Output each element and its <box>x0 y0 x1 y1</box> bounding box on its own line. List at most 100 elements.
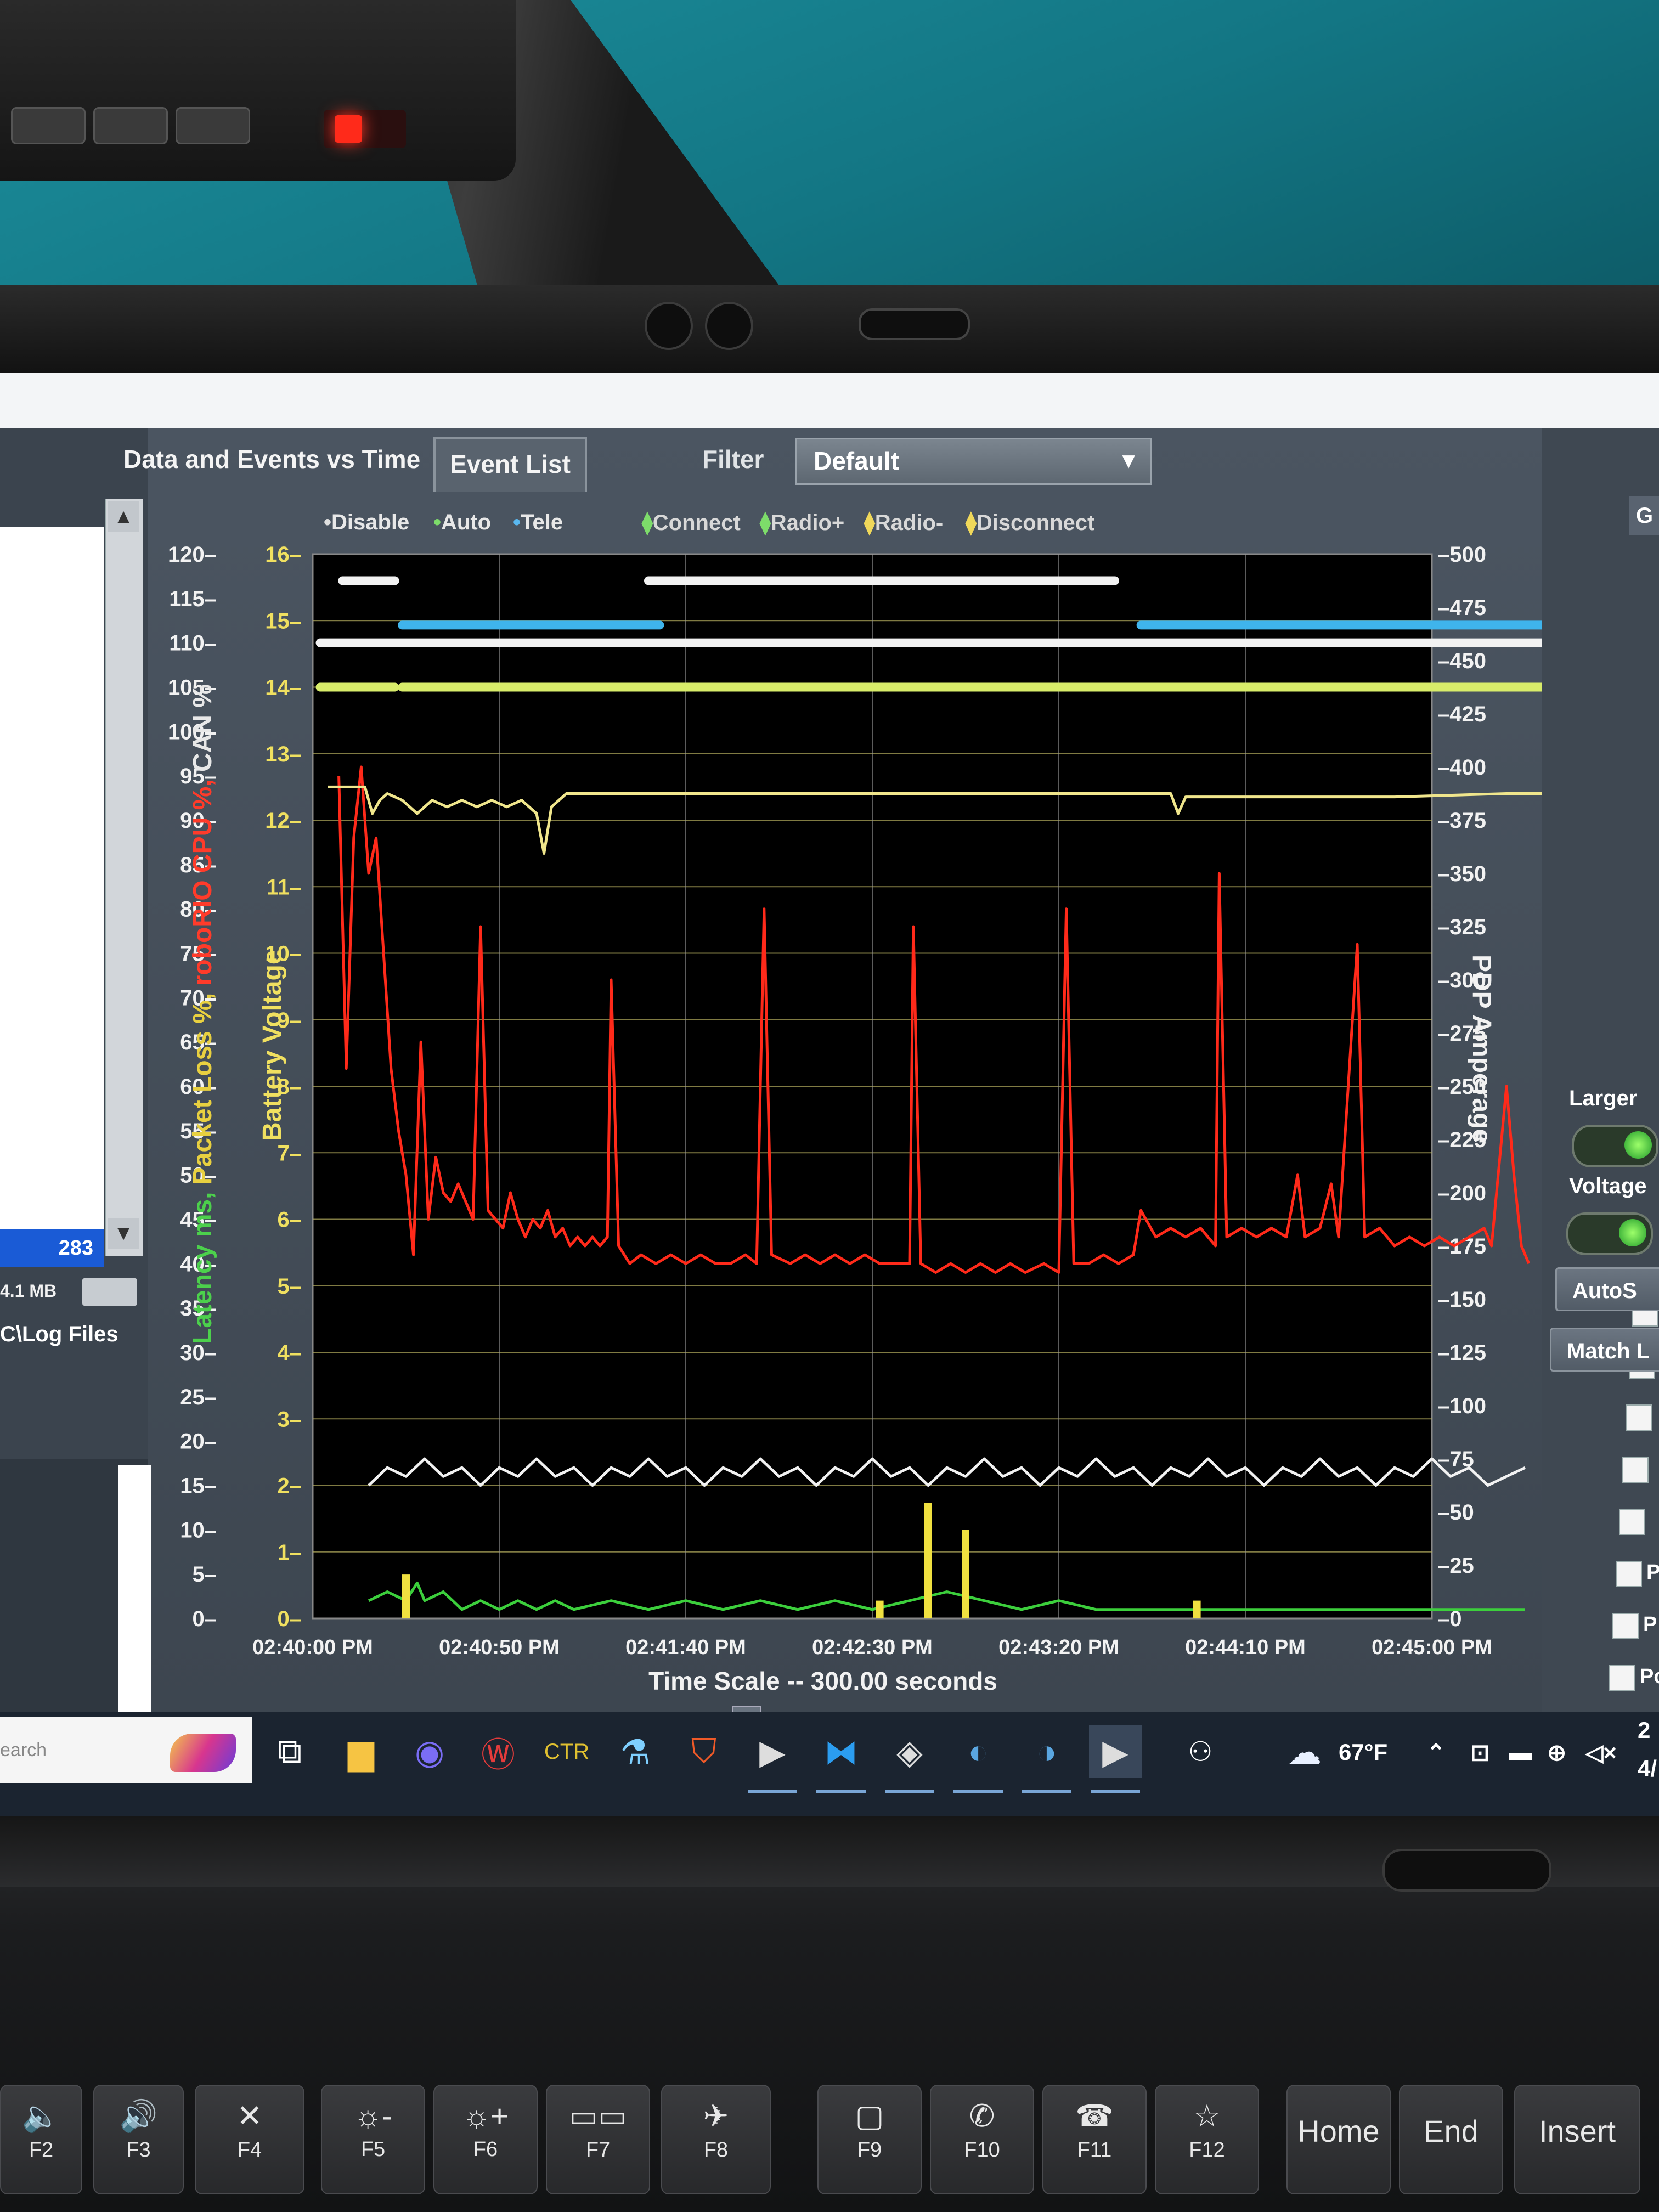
amperage-tick-label: –375 <box>1437 809 1486 833</box>
plot-checkbox[interactable] <box>1616 1561 1642 1587</box>
volume-mute-icon[interactable]: ◁× <box>1585 1739 1617 1766</box>
plot-checkbox[interactable] <box>1612 1613 1639 1639</box>
key-label: F12 <box>1189 2138 1225 2162</box>
search-placeholder: earch <box>0 1740 47 1760</box>
percent-tick-label: 120– <box>168 543 217 567</box>
key-f5[interactable]: ☼- F5 <box>321 2085 425 2194</box>
x-tick-label: 02:43:20 PM <box>998 1636 1119 1659</box>
ctre-icon[interactable]: CTR <box>540 1725 593 1778</box>
plot-checkbox[interactable] <box>1619 1509 1645 1535</box>
python-idle-icon[interactable]: ◑ <box>1020 1725 1073 1778</box>
ir-sensor <box>645 302 693 350</box>
clock-date[interactable]: 4/ <box>1638 1756 1657 1782</box>
people-icon[interactable]: ⚇ <box>1174 1725 1227 1778</box>
voltage-tick-label: 12– <box>265 809 302 833</box>
task-view-icon[interactable]: ⧉ <box>263 1725 316 1778</box>
key-label: F9 <box>857 2138 882 2162</box>
key-f10[interactable]: ✆ F10 <box>930 2085 1034 2194</box>
key-glyph-icon: ☼+ <box>462 2098 509 2133</box>
taskbar-search[interactable]: earch <box>0 1717 252 1783</box>
graph-options-header: G <box>1629 496 1659 535</box>
voltage-tick-label: 15– <box>265 609 302 633</box>
key-home[interactable]: Home <box>1286 2085 1391 2194</box>
key-insert[interactable]: Insert <box>1514 2085 1640 2194</box>
percent-tick-label: 5– <box>193 1562 217 1587</box>
voltage-tick-label: 7– <box>278 1141 302 1165</box>
x-tick-label: 02:42:30 PM <box>812 1636 933 1659</box>
globe-icon[interactable]: ⊕ <box>1547 1739 1566 1766</box>
battery-icon[interactable]: ▬ <box>1509 1739 1532 1765</box>
key-f6[interactable]: ☼+ F6 <box>433 2085 538 2194</box>
key-f9[interactable]: ▢ F9 <box>817 2085 922 2194</box>
key-label: Insert <box>1538 2114 1616 2148</box>
vscode-icon[interactable]: ⧓ <box>815 1725 867 1778</box>
wpilib-icon[interactable]: Ⓦ <box>472 1725 524 1778</box>
plot-checkbox-label: P <box>1646 1561 1659 1584</box>
key-glyph-icon: ✕ <box>236 2098 263 2133</box>
plot-checkbox[interactable] <box>1609 1665 1635 1691</box>
battery-axis-title: Battery Voltage <box>258 950 287 1141</box>
larger-toggle[interactable] <box>1572 1125 1658 1167</box>
percent-tick-label: 15– <box>180 1474 217 1498</box>
app-icon[interactable]: ◉ <box>403 1725 456 1778</box>
key-f12[interactable]: ☆ F12 <box>1155 2085 1259 2194</box>
key-f4[interactable]: ✕ F4 <box>195 2085 304 2194</box>
key-label: F4 <box>237 2138 262 2162</box>
dashboard-icon[interactable]: ◈ <box>883 1725 936 1778</box>
key-end[interactable]: End <box>1399 2085 1503 2194</box>
brave-icon[interactable]: ⛉ <box>678 1725 730 1778</box>
clock-time[interactable]: 2 <box>1638 1717 1650 1743</box>
data-events-chart[interactable]: 16–15–14–13–12–11–10–9–8–7–6–5–4–3–2–1–0… <box>0 373 1659 1712</box>
voltage-tick-label: 11– <box>266 875 302 899</box>
cloud-icon[interactable]: ☁ <box>1278 1725 1331 1778</box>
amperage-tick-label: –325 <box>1437 915 1486 939</box>
key-glyph-icon: ✈ <box>703 2098 729 2133</box>
left-axis-title-part: roboRIO CPU %, <box>188 779 217 992</box>
match-length-button[interactable]: Match L <box>1550 1328 1659 1372</box>
key-glyph-icon: ☼- <box>354 2098 392 2133</box>
meet-icon[interactable]: ⊡ <box>1470 1739 1489 1766</box>
key-glyph-icon: ☎ <box>1075 2098 1114 2133</box>
flask-icon[interactable]: ⚗ <box>609 1725 662 1778</box>
percent-tick-label: 0– <box>193 1607 217 1631</box>
key-f11[interactable]: ☎ F11 <box>1042 2085 1147 2194</box>
key-label: F6 <box>473 2138 498 2161</box>
percent-tick-label: 10– <box>180 1518 217 1542</box>
key-f3[interactable]: 🔊 F3 <box>93 2085 184 2194</box>
file-explorer-icon[interactable]: ▆ <box>335 1725 387 1778</box>
amperage-axis-title: PDP Amperage <box>1467 955 1496 1143</box>
key-label: End <box>1424 2114 1479 2148</box>
key-glyph-icon: 🔈 <box>22 2098 60 2133</box>
x-axis-title: Time Scale -- 300.00 seconds <box>648 1667 997 1695</box>
weather-temp[interactable]: 67°F <box>1339 1739 1387 1765</box>
key-f8[interactable]: ✈ F8 <box>661 2085 771 2194</box>
key-label: F8 <box>703 2138 729 2162</box>
plot-checkbox[interactable] <box>1622 1457 1649 1483</box>
voltage-tick-label: 13– <box>265 742 302 766</box>
key-glyph-icon: 🔊 <box>119 2098 158 2133</box>
percent-tick-label: 110– <box>169 631 217 656</box>
voltage-tick-label: 3– <box>278 1407 302 1431</box>
key-label: F3 <box>126 2138 151 2162</box>
voltage-toggle[interactable] <box>1566 1212 1653 1255</box>
chevron-up-icon[interactable]: ⌃ <box>1426 1739 1446 1766</box>
search-highlight-icon <box>170 1734 236 1772</box>
amperage-tick-label: –50 <box>1437 1500 1474 1525</box>
plot-checkbox[interactable] <box>1626 1404 1652 1431</box>
x-tick-label: 02:45:00 PM <box>1372 1636 1492 1659</box>
hinge-notch <box>1383 1849 1551 1892</box>
voltage-tick-label: 0– <box>278 1607 302 1631</box>
plot-checkbox-label: P <box>1643 1613 1657 1636</box>
driver-station-icon[interactable]: ▶ <box>746 1725 799 1778</box>
python-icon[interactable]: ◐ <box>952 1725 1005 1778</box>
key-glyph-icon: ▢ <box>855 2098 884 2133</box>
voltage-tick-label: 5– <box>278 1274 302 1299</box>
auto-scale-button[interactable]: AutoS <box>1555 1267 1659 1311</box>
key-f7[interactable]: ▭▭ F7 <box>546 2085 650 2194</box>
key-glyph-icon: ☆ <box>1193 2098 1221 2133</box>
key-f2[interactable]: 🔈 F2 <box>0 2085 82 2194</box>
log-viewer-taskbar-icon[interactable]: ▶ <box>1089 1725 1142 1778</box>
monitor-button <box>93 107 168 144</box>
key-glyph-icon: ▭▭ <box>569 2098 627 2133</box>
webcam-shutter <box>859 308 970 340</box>
